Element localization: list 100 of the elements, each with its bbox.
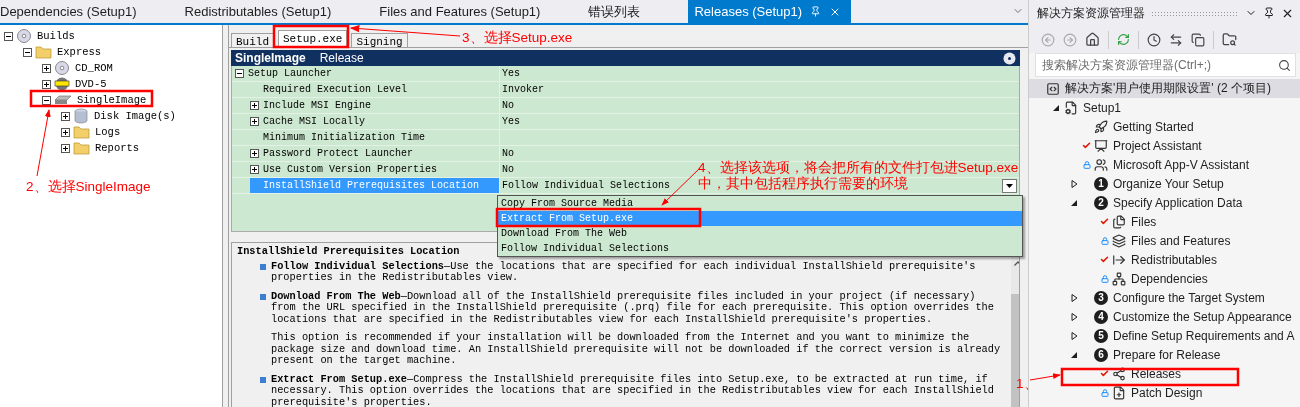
- expander-icon[interactable]: [1070, 293, 1078, 302]
- rocket-icon: [1094, 119, 1108, 134]
- tree-label: Setup1: [1083, 100, 1122, 115]
- pin-icon[interactable]: [1263, 7, 1275, 19]
- search-icon[interactable]: [1278, 58, 1291, 72]
- tree-label: Configure the Target System: [1113, 290, 1265, 305]
- tree-item[interactable]: Disk Image(s): [92, 110, 178, 122]
- arrow-icon: [1112, 252, 1126, 267]
- expander-icon[interactable]: [235, 69, 244, 78]
- sync-icon[interactable]: [1117, 33, 1130, 46]
- expander-icon[interactable]: [1070, 331, 1078, 340]
- help-paragraph: Download From The Web—Download all of the InstallShield prerequisite files included in your project (if necessary) from the URL specified in the InstallShield prerequisite (.prq) file for each prerequisite. This option overrides the locations that are specified in the Redistributables view for each InstallShield prerequisite's properties.: [271, 290, 995, 325]
- document-tab[interactable]: Files and Features (Setup1): [379, 0, 565, 23]
- property-name[interactable]: Required Execution Level: [250, 82, 499, 97]
- property-name[interactable]: Cache MSI Locally: [263, 114, 499, 129]
- check-icon: [1082, 141, 1091, 150]
- tree-label: Specify Application Data: [1113, 195, 1243, 210]
- dropdown-button[interactable]: [1002, 178, 1017, 193]
- tree-item[interactable]: Redistributables: [1029, 250, 1300, 269]
- expander-icon[interactable]: [1070, 198, 1078, 207]
- dropdown-option[interactable]: Follow Individual Selections: [498, 241, 1022, 256]
- expander-icon[interactable]: [1070, 350, 1078, 359]
- tree-label: Microsoft App-V Assistant: [1113, 157, 1250, 172]
- help-title: InstallShield Prerequisites Location: [237, 246, 460, 258]
- step-number: 1: [1094, 176, 1108, 191]
- tree-item[interactable]: Setup1: [1029, 98, 1300, 117]
- tab[interactable]: Build: [231, 33, 274, 47]
- folder-icon: [35, 45, 52, 59]
- tree-label: Files and Features: [1131, 233, 1231, 248]
- file-plus-icon: [1112, 385, 1126, 400]
- expander-icon[interactable]: [1070, 312, 1078, 321]
- property-value: Yes: [502, 68, 520, 79]
- tab[interactable]: Signing: [351, 33, 408, 47]
- expander-icon[interactable]: [42, 95, 51, 105]
- tree-item[interactable]: Microsoft App-V Assistant: [1029, 155, 1300, 174]
- disc-icon: [54, 61, 70, 75]
- tree-item[interactable]: CD_ROM: [73, 62, 115, 74]
- expander-icon[interactable]: [1052, 103, 1060, 112]
- document-tab[interactable]: 错误列表: [588, 0, 665, 23]
- folder-search-icon[interactable]: [1222, 32, 1237, 47]
- annotation-text: 4、选择该选项，将会把所有的文件打包进Setup.exe: [698, 160, 1019, 175]
- property-name[interactable]: Use Custom Version Properties: [263, 162, 499, 177]
- tree-item[interactable]: SingleImage: [75, 94, 149, 106]
- tree-item[interactable]: Project Assistant: [1029, 136, 1300, 155]
- property-value: Yes: [502, 116, 520, 127]
- expander-icon[interactable]: [23, 47, 32, 57]
- expander-icon[interactable]: [61, 111, 70, 121]
- tree-item[interactable]: Dependencies: [1029, 269, 1300, 288]
- expander-icon[interactable]: [250, 117, 259, 126]
- property-value: No: [502, 100, 514, 111]
- expander-icon[interactable]: [42, 79, 51, 89]
- tree-item[interactable]: 4 Customize the Setup Appearance: [1029, 307, 1300, 326]
- dropdown-option[interactable]: Download From The Web: [498, 226, 1022, 241]
- network-icon: [1112, 271, 1126, 286]
- home-icon[interactable]: [1085, 32, 1100, 47]
- tree-item[interactable]: 3 Configure the Target System: [1029, 288, 1300, 307]
- property-name[interactable]: Password Protect Launcher: [263, 146, 499, 161]
- tree-item[interactable]: Reports: [93, 142, 142, 154]
- document-tab[interactable]: Dependencies (Setup1): [0, 0, 161, 23]
- folder-icon: [73, 141, 90, 155]
- swap-icon[interactable]: [1169, 32, 1183, 47]
- expander-icon[interactable]: [61, 127, 70, 137]
- tree-label: Getting Started: [1113, 119, 1194, 134]
- tree-label: Prepare for Release: [1113, 347, 1221, 362]
- tree-item[interactable]: 解决方案'用户使用期限设置' (2 个项目): [1029, 79, 1300, 98]
- property-name[interactable]: Include MSI Engine: [263, 98, 499, 113]
- tree-item[interactable]: 5 Define Setup Requirements and A: [1029, 326, 1300, 345]
- files-icon: [1112, 214, 1126, 229]
- tree-item[interactable]: Files: [1029, 212, 1300, 231]
- step-number: 4: [1094, 309, 1108, 324]
- property-name[interactable]: Minimum Initialization Time: [250, 130, 499, 145]
- tree-item[interactable]: Express: [55, 46, 104, 58]
- property-value: Follow Individual Selections: [502, 180, 671, 191]
- expander-icon[interactable]: [1070, 179, 1078, 188]
- search-field[interactable]: 搜索解决方案资源管理器(Ctrl+;): [1035, 53, 1296, 77]
- expander-icon[interactable]: [250, 101, 259, 110]
- document-tab[interactable]: Redistributables (Setup1): [184, 0, 356, 23]
- tree-label: Define Setup Requirements and A: [1113, 328, 1295, 343]
- tree-item[interactable]: 6 Prepare for Release: [1029, 345, 1300, 364]
- lock-icon: [1100, 388, 1109, 397]
- tree-item[interactable]: DVD-5: [73, 78, 109, 90]
- disc-icon: [16, 29, 32, 43]
- help-paragraph: This option is recommended if your installation will be downloaded from the Internet and you want to minimize the package size and download time. An InstallShield prerequisite will not be downloaded if the correct version is already present on the target machine.: [271, 332, 1002, 367]
- expander-icon[interactable]: [250, 149, 259, 158]
- check-icon: [1100, 255, 1109, 264]
- expander-icon[interactable]: [42, 63, 51, 73]
- expander-icon[interactable]: [250, 165, 259, 174]
- tree-item[interactable]: Builds: [35, 30, 77, 42]
- property-value: No: [502, 164, 514, 175]
- tree-item[interactable]: 2 Specify Application Data: [1029, 193, 1300, 212]
- expander-icon[interactable]: [61, 143, 70, 153]
- tree-item[interactable]: 1 Organize Your Setup: [1029, 174, 1300, 193]
- clock-icon[interactable]: [1147, 32, 1161, 47]
- property-name[interactable]: Setup Launcher: [248, 66, 499, 81]
- expander-icon[interactable]: [4, 31, 13, 41]
- copy-icon[interactable]: [1191, 32, 1205, 47]
- tree-item[interactable]: Getting Started: [1029, 117, 1300, 136]
- dropdown-option[interactable]: Copy From Source Media: [498, 196, 1022, 211]
- tree-item[interactable]: Files and Features: [1029, 231, 1300, 250]
- tree-item[interactable]: Logs: [93, 126, 123, 138]
